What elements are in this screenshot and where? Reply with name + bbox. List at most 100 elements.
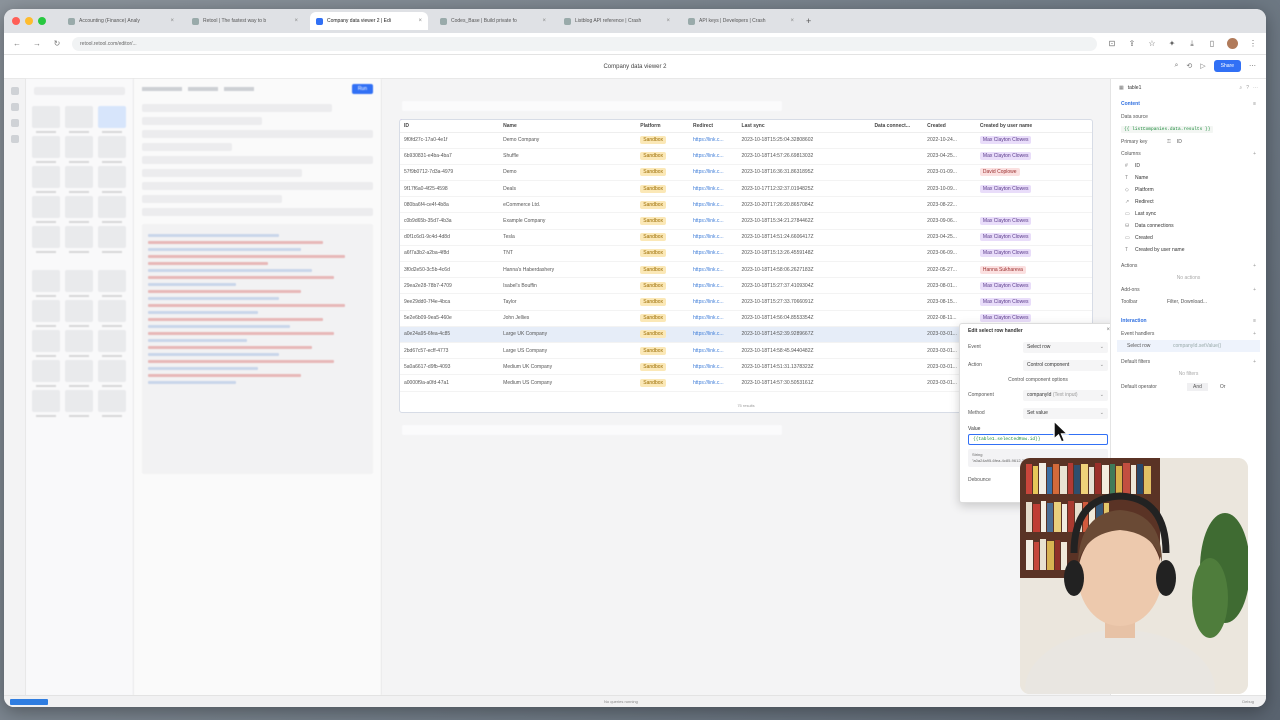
column-header[interactable]: Last sync (737, 120, 871, 133)
component-tile[interactable] (32, 226, 60, 253)
more-icon[interactable]: ⋯ (1253, 85, 1258, 91)
app-title[interactable]: Company data viewer 2 (603, 64, 666, 70)
redirect-link[interactable]: https://link.c... (693, 169, 724, 175)
component-tile[interactable] (32, 166, 60, 193)
redirect-link[interactable]: https://link.c... (693, 218, 724, 224)
table-row[interactable]: 29ea2e28-78b7-4709 Isabel's Bouffin Sandbo… (400, 277, 1092, 295)
table-row[interactable]: 080ba6f4-ce4f-4b8a eCommerce Ltd. Sandbox h… (400, 196, 1092, 214)
component-tile[interactable] (32, 300, 60, 327)
component-select[interactable]: companyId (Text input) ⌄ (1023, 389, 1108, 401)
component-tile[interactable] (65, 300, 93, 327)
add-handler-icon[interactable]: + (1253, 331, 1256, 337)
redirect-link[interactable]: https://link.c... (693, 234, 724, 240)
event-handler-item[interactable]: Select row companyId.setValue() (1117, 340, 1260, 352)
browser-tab[interactable]: Codes_Base | Build private fo × (434, 12, 552, 30)
section-menu-icon[interactable]: ≡ (1253, 318, 1256, 324)
column-item[interactable]: T Created by user name (1111, 244, 1266, 256)
browser-tab[interactable]: API keys | Developers | Crash × (682, 12, 800, 30)
new-tab-button[interactable]: + (806, 16, 811, 26)
minimize-window-icon[interactable] (25, 17, 33, 25)
url-field[interactable]: retool.retool.com/editor/... (72, 36, 1097, 51)
component-tile[interactable] (65, 106, 93, 133)
component-tile[interactable] (98, 390, 126, 417)
column-item[interactable]: ⛁ Data connections (1111, 220, 1266, 232)
forward-icon[interactable]: → (32, 39, 42, 48)
column-item[interactable]: ◇ Platform (1111, 184, 1266, 196)
reload-icon[interactable]: ↻ (52, 39, 62, 48)
component-tile[interactable] (98, 136, 126, 163)
more-icon[interactable]: ⋯ (1249, 62, 1256, 70)
table-row[interactable]: 6b930831-e4ba-4ba7 Shuffle Sandbox https://… (400, 148, 1092, 165)
preview-icon[interactable]: ▷ (1200, 62, 1205, 70)
component-tile[interactable] (98, 300, 126, 327)
state-icon[interactable] (10, 135, 19, 143)
redirect-link[interactable]: https://link.c... (693, 348, 724, 354)
query-tab[interactable] (224, 87, 254, 91)
redirect-link[interactable]: https://link.c... (693, 283, 724, 289)
table-row[interactable]: a6f7a3b2-a2ba-4f8d TNT Sandbox https://link… (400, 245, 1092, 263)
browser-tab[interactable]: Retool | The fastest way to b × (186, 12, 304, 30)
redirect-link[interactable]: https://link.c... (693, 364, 724, 370)
redirect-link[interactable]: https://link.c... (693, 137, 724, 143)
redirect-link[interactable]: https://link.c... (693, 331, 724, 337)
browser-menu-icon[interactable]: ⋮ (1248, 39, 1258, 48)
component-name[interactable]: table1 (1128, 85, 1142, 91)
add-filter-icon[interactable]: + (1253, 359, 1256, 365)
column-header[interactable]: Data connect... (870, 120, 924, 133)
section-menu-icon[interactable]: ≡ (1253, 101, 1256, 107)
extension-icon[interactable]: ✦ (1167, 39, 1177, 48)
sidebar-toggle-icon[interactable]: ▯ (1207, 39, 1217, 48)
browser-tab[interactable]: Listblog API reference | Crash × (558, 12, 676, 30)
redirect-link[interactable]: https://link.c... (693, 380, 724, 386)
data-source-input[interactable]: {{ listCompanies.data.results }} (1121, 126, 1214, 133)
profile-avatar[interactable] (1227, 38, 1238, 49)
query-tab[interactable] (188, 87, 218, 91)
interaction-section[interactable]: Interaction ≡ (1111, 314, 1266, 328)
table-row[interactable]: 9f0fd27c-17a0-4e1f Demo Company Sandbox htt… (400, 132, 1092, 149)
action-select[interactable]: Control component ⌄ (1023, 359, 1108, 371)
share-page-icon[interactable]: ⇪ (1127, 39, 1137, 48)
component-search-input[interactable] (34, 87, 125, 95)
column-item[interactable]: ▭ Created (1111, 232, 1266, 244)
docs-icon[interactable]: ? (1246, 85, 1249, 91)
value-input[interactable]: {{table1.selectedRow.id}} (968, 434, 1108, 445)
resource-select[interactable] (142, 104, 332, 112)
component-tile[interactable] (65, 136, 93, 163)
component-tile[interactable] (32, 196, 60, 223)
component-tile[interactable] (32, 270, 60, 297)
event-select[interactable]: Select row ⌄ (1023, 341, 1108, 353)
headers-input[interactable] (142, 156, 373, 164)
toolbar-row[interactable]: Toolbar Filter, Download... (1111, 296, 1266, 308)
component-tile[interactable] (32, 106, 60, 133)
table-row[interactable]: d0f1c6d1-9c4d-4d8d Tesla Sandbox https://li… (400, 229, 1092, 246)
back-icon[interactable]: ← (12, 39, 22, 48)
column-item[interactable]: T Name (1111, 172, 1266, 184)
component-tile[interactable] (65, 360, 93, 387)
column-header[interactable]: Name (499, 120, 637, 133)
maximize-window-icon[interactable] (38, 17, 46, 25)
component-tile[interactable] (65, 390, 93, 417)
install-icon[interactable]: ⊡ (1107, 39, 1117, 48)
table-row[interactable]: c0b9d65b-35d7-4b3a Example Company Sandbox… (400, 212, 1092, 230)
component-tile[interactable] (98, 360, 126, 387)
component-tile[interactable] (98, 270, 126, 297)
column-item[interactable]: ▭ Last sync (1111, 208, 1266, 220)
component-tile[interactable] (65, 166, 93, 193)
url-input[interactable] (142, 130, 373, 138)
share-button[interactable]: Share (1213, 60, 1241, 72)
column-header[interactable]: Created by user name (975, 120, 1092, 133)
redirect-link[interactable]: https://link.c... (693, 186, 724, 192)
component-tile[interactable] (98, 226, 126, 253)
add-action-icon[interactable]: + (1253, 263, 1256, 269)
component-tile[interactable] (65, 226, 93, 253)
company-id-input[interactable] (402, 425, 782, 435)
code-icon[interactable] (10, 119, 19, 127)
redirect-link[interactable]: https://link.c... (693, 202, 724, 208)
body-input[interactable] (142, 169, 302, 177)
column-header[interactable]: ID (400, 120, 500, 133)
download-icon[interactable]: ⤓ (1187, 39, 1197, 49)
tab-close-icon[interactable]: × (294, 18, 298, 24)
redirect-link[interactable]: https://link.c... (693, 250, 724, 256)
table-row[interactable]: 9ee29dd0-7f4e-4bca Taylor Sandbox https://l… (400, 293, 1092, 311)
browser-tab-active[interactable]: Company data viewer 2 | Edi × (310, 12, 428, 30)
